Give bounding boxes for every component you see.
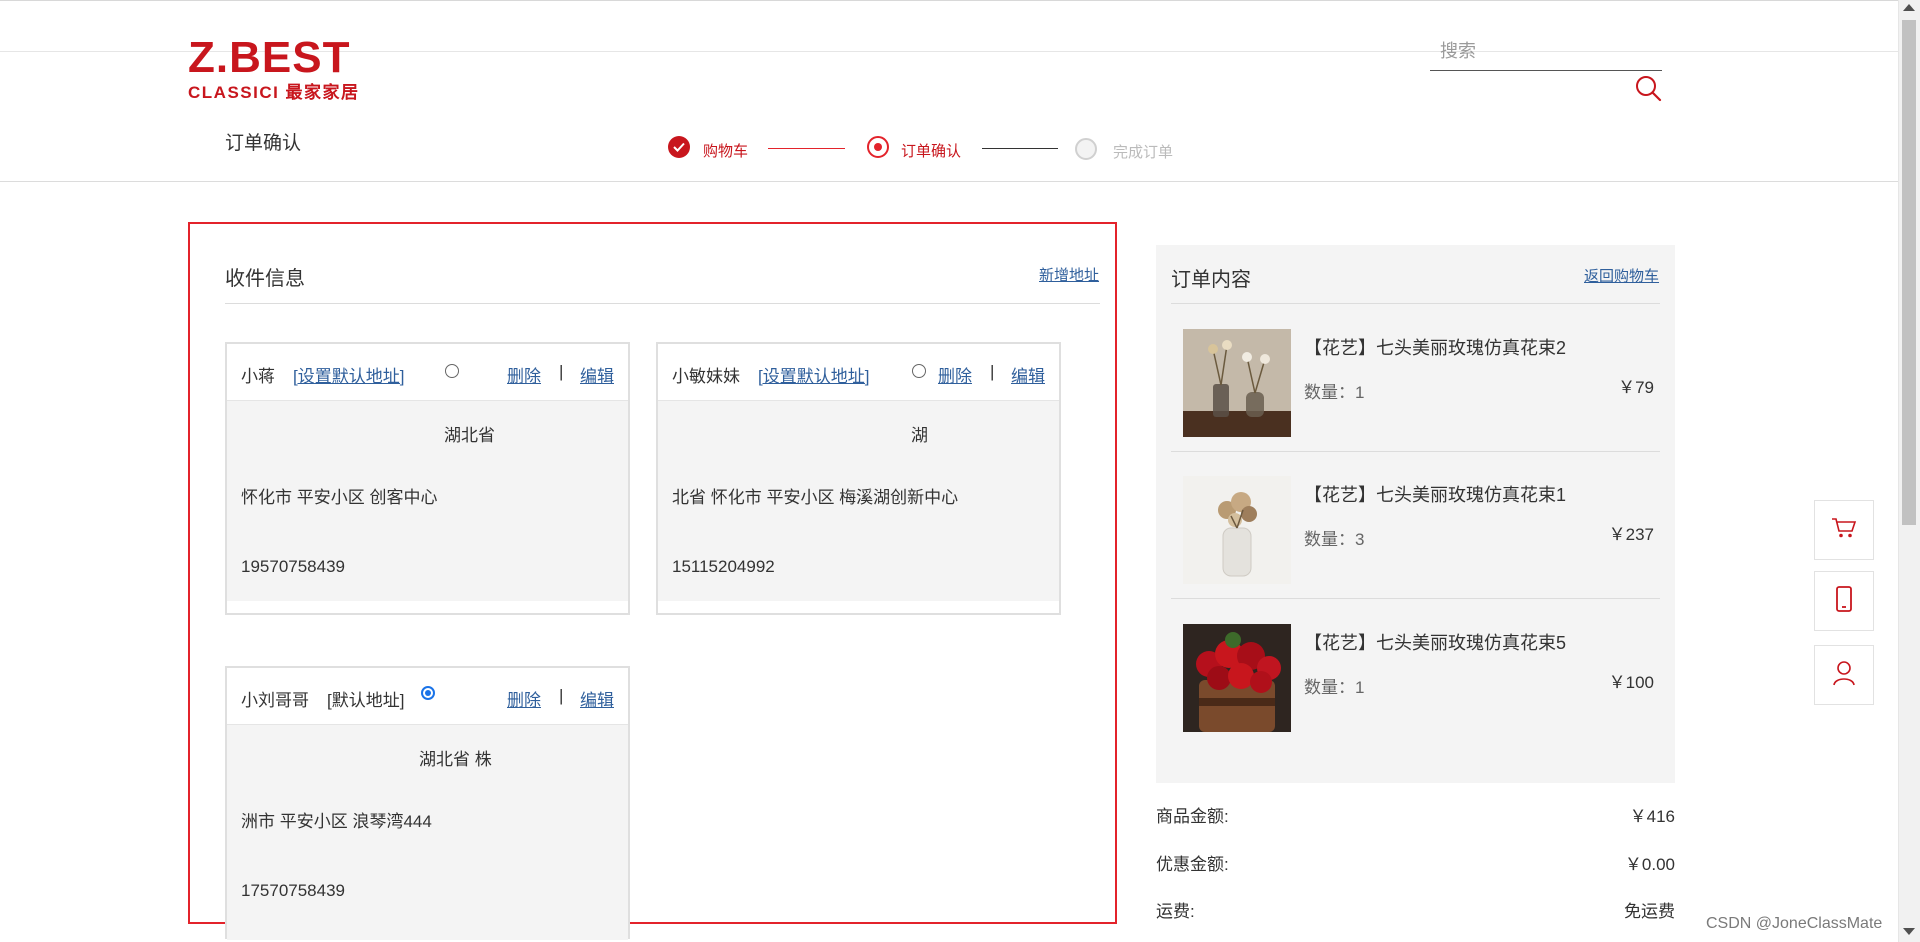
edit-link[interactable]: 编辑 <box>580 362 614 387</box>
search-input[interactable] <box>1430 36 1662 66</box>
dot-icon <box>867 136 889 158</box>
order-item: 【花艺】七头美丽玫瑰仿真花束5 数量：1 ￥100 <box>1171 599 1660 747</box>
phone-number: 17570758439 <box>241 881 346 900</box>
product-name[interactable]: 【花艺】七头美丽玫瑰仿真花束2 <box>1304 334 1566 360</box>
page-title: 订单确认 <box>225 133 302 154</box>
search-box <box>1430 36 1662 71</box>
logo-main: Z.BEST <box>188 33 350 82</box>
order-item: 【花艺】七头美丽玫瑰仿真花束2 数量：1 ￥79 <box>1171 304 1660 452</box>
address-radio[interactable] <box>912 364 926 378</box>
address-card-body: 湖 北省 怀化市 平安小区 梅溪湖创新中心 15115204992 <box>658 401 1059 601</box>
watermark: CSDN @JoneClassMate <box>1706 915 1883 932</box>
back-to-cart-link[interactable]: 返回购物车 <box>1584 265 1659 286</box>
order-title: 订单内容 <box>1171 269 1251 291</box>
scroll-down-arrow-icon[interactable] <box>1903 928 1915 935</box>
step-connector-1 <box>768 148 845 149</box>
receiver-name: 小刘哥哥 <box>241 691 309 710</box>
step-complete <box>1075 138 1097 160</box>
check-icon <box>668 136 690 158</box>
delete-link[interactable]: 删除 <box>507 362 541 387</box>
discount-value: ￥0.00 <box>1624 855 1675 874</box>
product-image[interactable] <box>1183 329 1291 437</box>
shipping-label: 运费: <box>1156 902 1195 921</box>
address-line-1: 湖 <box>911 426 928 445</box>
product-quantity: 数量：1 <box>1304 383 1365 402</box>
shipping-value: 免运费 <box>1624 902 1675 921</box>
edit-link[interactable]: 编辑 <box>580 686 614 711</box>
add-address-link[interactable]: 新增地址 <box>1039 264 1099 285</box>
discount-label: 优惠金额: <box>1156 855 1229 874</box>
product-price: ￥100 <box>1608 673 1654 692</box>
product-quantity: 数量：1 <box>1304 678 1365 697</box>
product-image[interactable] <box>1183 624 1291 732</box>
side-user-button[interactable] <box>1814 645 1874 705</box>
step-cart-label: 购物车 <box>703 143 749 160</box>
scroll-up-arrow-icon[interactable] <box>1903 4 1915 11</box>
logo[interactable]: Z.BEST CLASSICI 最家家居 <box>188 32 368 102</box>
side-mobile-button[interactable] <box>1814 571 1874 631</box>
receiver-divider <box>225 303 1100 304</box>
receiver-name: 小蒋 <box>241 367 275 386</box>
address-card[interactable]: 小敏妹妹 [设置默认地址] 删除 | 编辑 湖 北省 怀化市 平安小区 梅溪湖创… <box>656 342 1061 615</box>
top-border <box>0 0 1898 1</box>
header-bottom-divider <box>0 181 1898 182</box>
separator: | <box>559 686 564 705</box>
edit-link[interactable]: 编辑 <box>1011 362 1045 387</box>
phone-number: 19570758439 <box>241 557 346 576</box>
logo-sub: CLASSICI 最家家居 <box>188 82 360 102</box>
goods-amount-value: ￥416 <box>1629 807 1675 826</box>
address-radio[interactable] <box>445 364 459 378</box>
search-icon[interactable] <box>1634 74 1662 102</box>
product-name[interactable]: 【花艺】七头美丽玫瑰仿真花束5 <box>1304 629 1566 655</box>
product-image[interactable] <box>1183 476 1291 584</box>
separator: | <box>990 362 995 381</box>
empty-circle-icon <box>1075 138 1097 160</box>
cart-icon <box>1831 517 1857 544</box>
receiver-title: 收件信息 <box>225 268 305 290</box>
step-confirm <box>867 136 889 158</box>
separator: | <box>559 362 564 381</box>
address-line-1: 湖北省 株 <box>419 750 492 769</box>
address-line-2: 北省 怀化市 平安小区 梅溪湖创新中心 <box>672 488 959 507</box>
address-card-body: 湖北省 怀化市 平安小区 创客中心 19570758439 <box>227 401 628 601</box>
default-address-tag: [默认地址] <box>327 691 405 710</box>
side-cart-button[interactable] <box>1814 500 1874 560</box>
address-card-header: 小刘哥哥 [默认地址] 删除 | 编辑 <box>227 668 628 725</box>
receiver-name: 小敏妹妹 <box>672 367 740 386</box>
address-line-2: 洲市 平安小区 浪琴湾444 <box>241 812 432 831</box>
user-icon <box>1832 660 1856 691</box>
address-card-body: 湖北省 株 洲市 平安小区 浪琴湾444 17570758439 <box>227 725 628 940</box>
address-radio-selected[interactable] <box>421 686 435 700</box>
address-card[interactable]: 小蒋 [设置默认地址] 删除 | 编辑 湖北省 怀化市 平安小区 创客中心 19… <box>225 342 630 615</box>
step-connector-2 <box>982 148 1058 149</box>
step-cart <box>668 136 690 158</box>
phone-number: 15115204992 <box>672 557 775 576</box>
product-price: ￥237 <box>1608 525 1654 544</box>
address-line-2: 怀化市 平安小区 创客中心 <box>241 488 438 507</box>
set-default-link[interactable]: [设置默认地址] <box>758 362 869 387</box>
product-quantity: 数量：3 <box>1304 530 1365 549</box>
phone-icon <box>1836 585 1852 617</box>
address-card-header: 小蒋 [设置默认地址] 删除 | 编辑 <box>227 344 628 401</box>
order-item: 【花艺】七头美丽玫瑰仿真花束1 数量：3 ￥237 <box>1171 451 1660 599</box>
product-price: ￥79 <box>1618 378 1654 397</box>
step-complete-label: 完成订单 <box>1113 144 1174 161</box>
scrollbar-thumb[interactable] <box>1902 20 1916 525</box>
address-card-default[interactable]: 小刘哥哥 [默认地址] 删除 | 编辑 湖北省 株 洲市 平安小区 浪琴湾444… <box>225 666 630 940</box>
delete-link[interactable]: 删除 <box>938 362 972 387</box>
step-confirm-label: 订单确认 <box>901 143 962 160</box>
address-line-1: 湖北省 <box>444 426 495 445</box>
address-card-header: 小敏妹妹 [设置默认地址] 删除 | 编辑 <box>658 344 1059 401</box>
product-name[interactable]: 【花艺】七头美丽玫瑰仿真花束1 <box>1304 481 1566 507</box>
set-default-link[interactable]: [设置默认地址] <box>293 362 404 387</box>
goods-amount-label: 商品金额: <box>1156 807 1229 826</box>
delete-link[interactable]: 删除 <box>507 686 541 711</box>
